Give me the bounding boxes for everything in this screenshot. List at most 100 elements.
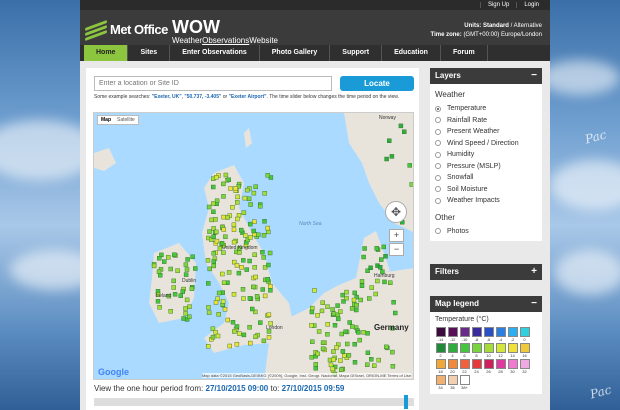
zoom-in-button[interactable]: + <box>389 229 404 242</box>
weather-station-marker[interactable] <box>367 296 372 301</box>
weather-station-marker[interactable] <box>309 323 314 328</box>
example-search-exeter[interactable]: "Exeter, UK" <box>152 94 182 100</box>
weather-station-marker[interactable] <box>231 227 237 232</box>
weather-station-marker[interactable] <box>228 186 233 191</box>
weather-station-marker[interactable] <box>187 304 192 309</box>
weather-station-marker[interactable] <box>237 331 242 336</box>
weather-station-marker[interactable] <box>332 322 338 328</box>
weather-station-marker[interactable] <box>155 299 161 304</box>
weather-station-marker[interactable] <box>232 329 237 334</box>
weather-station-marker[interactable] <box>320 300 325 305</box>
other-layer-photos[interactable]: Photos <box>435 226 537 238</box>
units-standard[interactable]: Standard <box>483 23 509 29</box>
weather-station-marker[interactable] <box>356 330 361 335</box>
weather-station-marker[interactable] <box>361 254 366 260</box>
time-slider[interactable] <box>94 395 414 409</box>
weather-station-marker[interactable] <box>260 249 265 255</box>
weather-station-marker[interactable] <box>346 352 352 358</box>
legend-collapse-icon[interactable]: − <box>531 296 537 312</box>
weather-station-marker[interactable] <box>209 217 214 223</box>
radio-button[interactable] <box>435 151 441 158</box>
nav-forum[interactable]: Forum <box>441 45 488 61</box>
weather-station-marker[interactable] <box>181 316 186 321</box>
weather-station-marker[interactable] <box>313 362 319 367</box>
weather-station-marker[interactable] <box>262 219 267 224</box>
weather-station-marker[interactable] <box>387 138 392 143</box>
weather-station-marker[interactable] <box>237 250 242 255</box>
weather-station-marker[interactable] <box>244 267 249 272</box>
weather-station-marker[interactable] <box>234 341 240 347</box>
weather-station-marker[interactable] <box>261 233 267 238</box>
weather-station-marker[interactable] <box>220 290 226 295</box>
weather-station-marker[interactable] <box>330 366 335 372</box>
weather-station-marker[interactable] <box>247 296 253 301</box>
weather-station-marker[interactable] <box>352 290 357 296</box>
weather-station-marker[interactable] <box>309 309 315 315</box>
weather-station-marker[interactable] <box>368 265 373 271</box>
weather-station-marker[interactable] <box>354 307 359 313</box>
weather-station-marker[interactable] <box>266 334 272 340</box>
weather-station-marker[interactable] <box>220 271 225 277</box>
weather-station-marker[interactable] <box>211 201 216 206</box>
weather-station-marker[interactable] <box>253 334 258 340</box>
weather-station-marker[interactable] <box>241 332 247 338</box>
weather-station-marker[interactable] <box>331 311 337 317</box>
weather-station-marker[interactable] <box>254 294 260 299</box>
weather-station-marker[interactable] <box>351 297 357 303</box>
weather-station-marker[interactable] <box>372 363 377 368</box>
weather-station-marker[interactable] <box>234 263 240 268</box>
weather-station-marker[interactable] <box>375 278 380 284</box>
weather-station-marker[interactable] <box>266 262 271 268</box>
weather-station-marker[interactable] <box>330 307 335 312</box>
weather-station-marker[interactable] <box>328 362 334 368</box>
weather-station-marker[interactable] <box>248 221 253 227</box>
weather-station-marker[interactable] <box>384 344 389 350</box>
weather-station-marker[interactable] <box>391 299 396 305</box>
layer-snowfall[interactable]: Snowfall <box>435 172 537 184</box>
radio-button[interactable] <box>435 174 441 181</box>
weather-station-marker[interactable] <box>241 296 246 301</box>
weather-station-marker[interactable] <box>381 244 386 250</box>
nav-photo-gallery[interactable]: Photo Gallery <box>260 45 331 61</box>
nav-support[interactable]: Support <box>330 45 383 61</box>
weather-station-marker[interactable] <box>383 253 388 259</box>
weather-station-marker[interactable] <box>221 214 226 220</box>
weather-station-marker[interactable] <box>231 239 237 245</box>
weather-station-marker[interactable] <box>247 324 252 330</box>
weather-station-marker[interactable] <box>234 200 240 205</box>
weather-station-marker[interactable] <box>252 252 257 258</box>
radio-button[interactable] <box>435 163 441 170</box>
observations-map[interactable]: Map Satellite Norway North Sea United Ki… <box>93 112 414 380</box>
weather-station-marker[interactable] <box>183 306 188 311</box>
weather-station-marker[interactable] <box>171 278 176 284</box>
weather-station-marker[interactable] <box>161 259 167 264</box>
weather-station-marker[interactable] <box>347 320 352 325</box>
weather-station-marker[interactable] <box>214 175 219 180</box>
weather-station-marker[interactable] <box>316 329 322 334</box>
weather-station-marker[interactable] <box>211 259 217 264</box>
weather-station-marker[interactable] <box>184 267 190 272</box>
weather-station-marker[interactable] <box>190 254 195 260</box>
weather-station-marker[interactable] <box>220 299 226 304</box>
units-alternative[interactable]: Alternative <box>514 23 542 29</box>
map-attribution[interactable]: Map data ©2015 GeoBasis-DE/BKG (©2009), … <box>201 373 411 378</box>
weather-station-marker[interactable] <box>223 172 229 178</box>
weather-station-marker[interactable] <box>226 177 232 183</box>
weather-station-marker[interactable] <box>268 283 273 289</box>
radio-button[interactable] <box>435 197 441 204</box>
weather-station-marker[interactable] <box>312 288 317 293</box>
weather-station-marker[interactable] <box>344 295 349 301</box>
weather-station-marker[interactable] <box>206 305 211 310</box>
weather-station-marker[interactable] <box>206 204 212 210</box>
weather-station-marker[interactable] <box>362 246 367 251</box>
weather-station-marker[interactable] <box>336 316 341 322</box>
weather-station-marker[interactable] <box>313 366 319 371</box>
weather-station-marker[interactable] <box>361 330 366 335</box>
weather-station-marker[interactable] <box>265 173 271 178</box>
weather-station-marker[interactable] <box>376 357 381 363</box>
weather-station-marker[interactable] <box>248 235 253 240</box>
weather-station-marker[interactable] <box>168 266 173 272</box>
weather-station-marker[interactable] <box>187 314 192 320</box>
weather-station-marker[interactable] <box>382 279 387 285</box>
signup-link[interactable]: Sign Up <box>479 2 516 8</box>
